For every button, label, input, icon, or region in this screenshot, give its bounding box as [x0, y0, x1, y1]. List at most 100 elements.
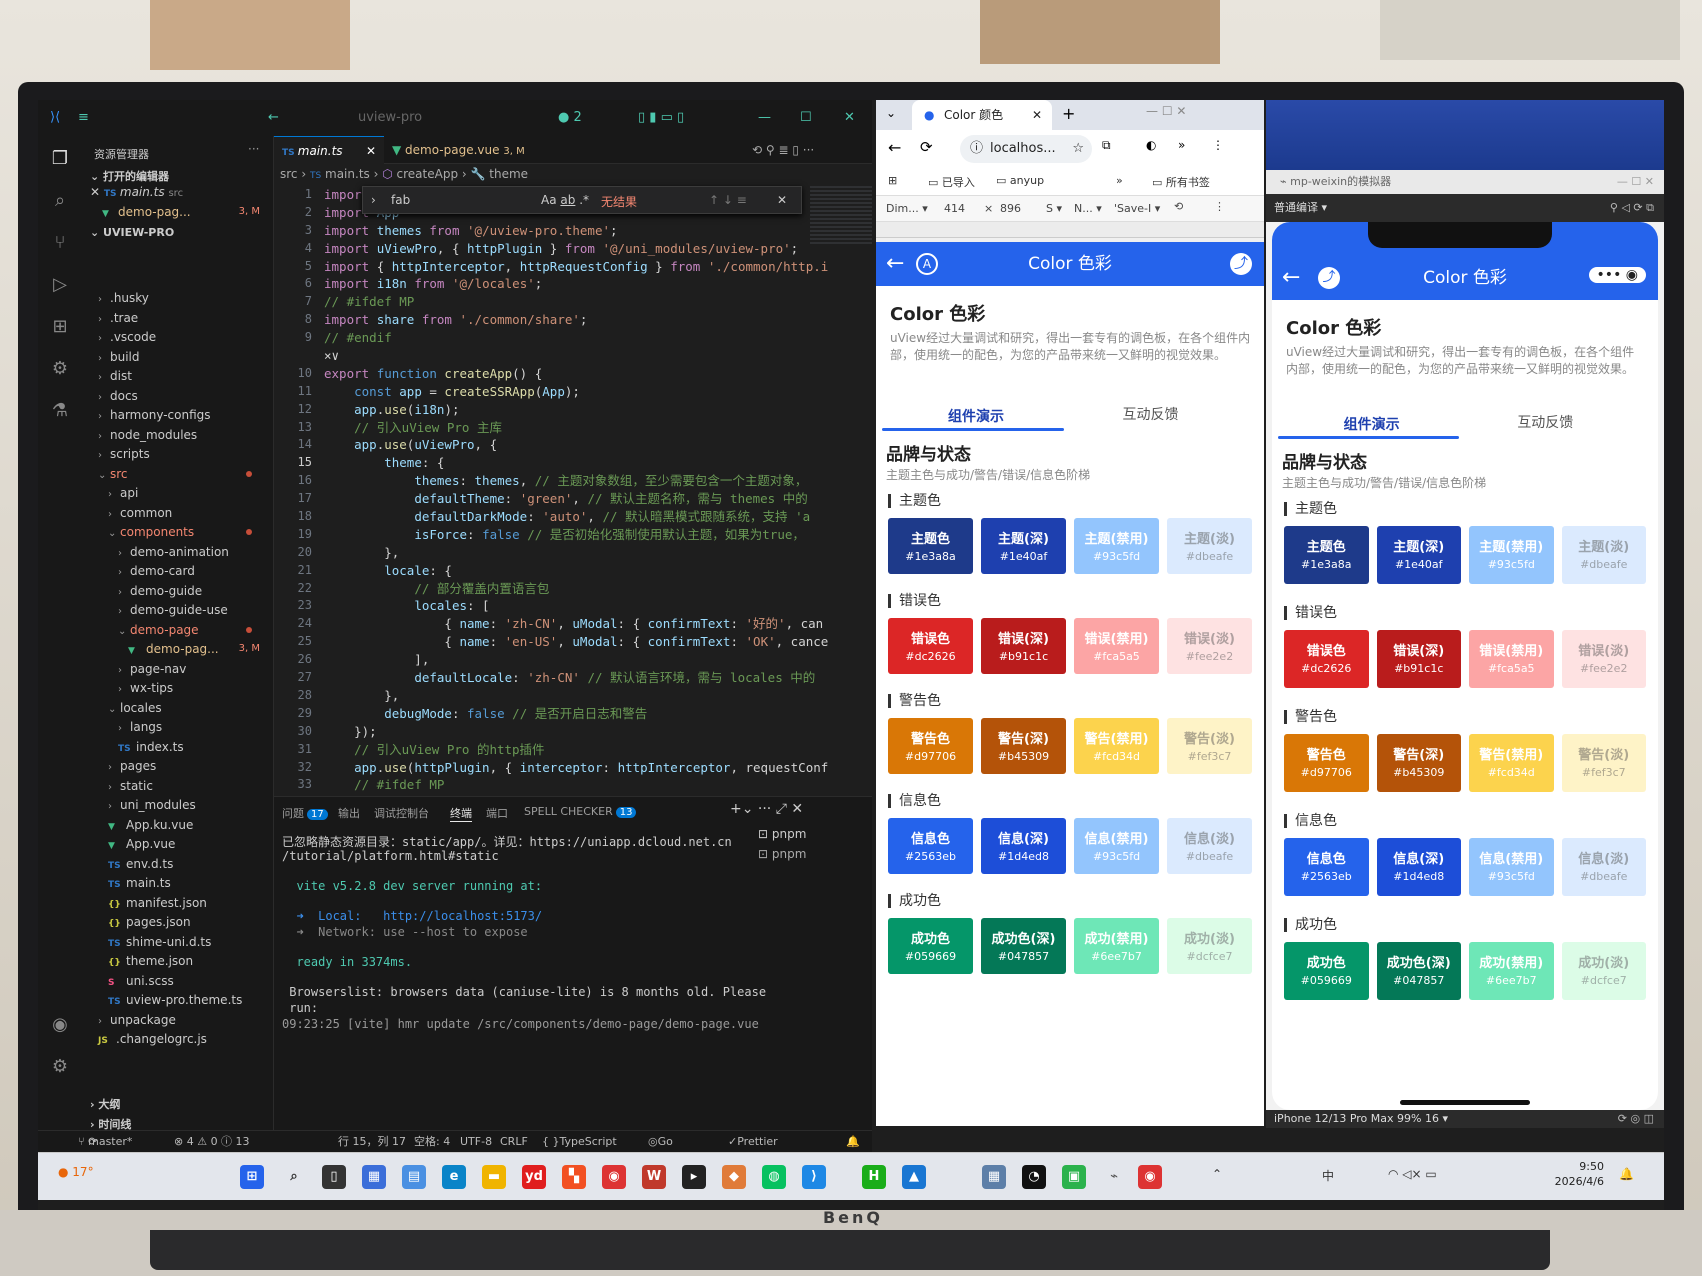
color-swatch[interactable]: 成功色 #059669	[888, 918, 973, 974]
color-swatch[interactable]: 成功色(深) #047857	[981, 918, 1066, 974]
color-swatch[interactable]: 成功(禁用) #6ee7b7	[1469, 942, 1554, 1000]
notepad-icon[interactable]: ▤	[402, 1165, 426, 1189]
go-live[interactable]: ◎ Go Live	[648, 1131, 680, 1170]
settings-gear-icon[interactable]: ⚙	[49, 1056, 71, 1078]
indentation[interactable]: 空格: 4	[414, 1131, 450, 1153]
bookmark-star-icon[interactable]: ☆	[1072, 135, 1084, 163]
source-control-icon[interactable]: ⑂	[49, 232, 71, 254]
terminal-instance[interactable]: ⊡ pnpm	[758, 827, 868, 847]
find-nav-icons[interactable]: ↑ ↓ ≡	[709, 193, 747, 207]
tree-item[interactable]: › page-nav	[82, 659, 274, 679]
color-swatch[interactable]: 信息(禁用) #93c5fd	[1469, 838, 1554, 896]
close-icon[interactable]: ✕	[844, 110, 855, 125]
cloud-drive-icon[interactable]: ▲	[902, 1165, 926, 1189]
panel-tab[interactable]: 终端	[450, 805, 472, 822]
task-view-icon[interactable]: ▯	[322, 1165, 346, 1189]
back-icon[interactable]: ←	[268, 110, 279, 125]
terminal-output[interactable]: 已忽略静态资源目录：static/app/。详见：https://uniapp.…	[274, 827, 766, 1031]
profile-avatar[interactable]: ◐	[1146, 138, 1156, 152]
color-swatch[interactable]: 警告色 #d97706	[1284, 734, 1369, 792]
color-swatch[interactable]: 错误色 #dc2626	[888, 618, 973, 674]
panel-tab[interactable]: 输出	[338, 805, 360, 821]
color-swatch[interactable]: 警告(禁用) #fcd34d	[1469, 734, 1554, 792]
tree-item[interactable]: › scripts	[82, 444, 274, 464]
find-options[interactable]: Aa ab .*	[541, 193, 589, 207]
outline-header[interactable]: › 大纲	[90, 1096, 120, 1112]
search-icon[interactable]: ⌕	[49, 190, 71, 212]
tree-item[interactable]: › static	[82, 776, 274, 796]
color-swatch[interactable]: 警告(深) #b45309	[1376, 734, 1461, 792]
open-editor-item[interactable]: ✕ TS main.ts src	[82, 182, 274, 202]
color-swatch[interactable]: 信息(禁用) #93c5fd	[1074, 818, 1159, 874]
color-swatch[interactable]: 信息色 #2563eb	[1284, 838, 1369, 896]
project-header[interactable]: ⌄ UVIEW-PRO	[90, 226, 174, 239]
panel-tab[interactable]: 调试控制台	[374, 805, 429, 821]
network-icon[interactable]: ◠ ◁× ▭	[1388, 1167, 1437, 1181]
panel-tab[interactable]: 问题 17	[282, 805, 328, 821]
color-swatch[interactable]: 信息(淡) #dbeafe	[1167, 818, 1252, 874]
vscode-icon[interactable]: ⟩	[802, 1165, 826, 1189]
browser-tab[interactable]: ● Color 颜色 ✕	[912, 100, 1052, 130]
color-swatch[interactable]: 错误(深) #b91c1c	[1376, 630, 1461, 688]
tree-item[interactable]: TS main.ts	[82, 873, 274, 893]
store-icon[interactable]: ▚	[562, 1165, 586, 1189]
color-swatch[interactable]: 主题(深) #1e40af	[981, 518, 1066, 574]
color-swatch[interactable]: 主题(禁用) #93c5fd	[1074, 518, 1159, 574]
share-icon[interactable]: ⤴	[1230, 253, 1252, 275]
tree-item[interactable]: › node_modules	[82, 425, 274, 445]
tray-app-icon[interactable]: ⌁	[1102, 1165, 1126, 1189]
breadcrumb-item[interactable]: main.ts	[325, 167, 370, 181]
color-swatch[interactable]: 信息(淡) #dbeafe	[1561, 838, 1646, 896]
device-height-input[interactable]: 896	[1000, 202, 1021, 215]
tab-component-demo[interactable]: 组件演示	[948, 406, 1004, 426]
panel-tab[interactable]: 端口	[486, 805, 508, 821]
problems-indicator[interactable]: ⊗ 4 ⚠ 0 ⓘ 13	[174, 1131, 250, 1153]
minimize-icon[interactable]: —	[758, 110, 771, 125]
translate-icon[interactable]: A	[916, 253, 938, 275]
tree-item[interactable]: JS .changelogrc.js	[82, 1029, 274, 1049]
wechat-devtools-icon[interactable]: ▣	[1062, 1165, 1086, 1189]
throttle-select[interactable]: N... ▾	[1074, 202, 1102, 215]
tray-overflow-icon[interactable]: ⌃	[1212, 1167, 1222, 1181]
tree-item[interactable]: › dist	[82, 366, 274, 386]
tree-item[interactable]: › langs	[82, 717, 274, 737]
tree-item[interactable]: › api	[82, 483, 274, 503]
tree-item[interactable]: ⌄ locales	[82, 698, 274, 718]
encoding[interactable]: UTF-8	[460, 1131, 492, 1153]
color-swatch[interactable]: 成功(淡) #dcfce7	[1561, 942, 1646, 1000]
tree-item[interactable]: › demo-guide	[82, 581, 274, 601]
apps-icon[interactable]: ⊞	[888, 174, 897, 187]
menu-icon[interactable]: ≡	[78, 110, 89, 125]
account-icon[interactable]: ◉	[49, 1014, 71, 1036]
color-swatch[interactable]: 成功(淡) #dcfce7	[1167, 918, 1252, 974]
tree-item[interactable]: ⌄ demo-page	[82, 620, 274, 640]
tree-item[interactable]: Suni.scss	[82, 971, 274, 991]
minimap[interactable]	[810, 186, 872, 246]
breadcrumb-item[interactable]: theme	[489, 167, 528, 181]
clock[interactable]: 9:50 2026/4/6	[1555, 1159, 1604, 1189]
panel-tab[interactable]: SPELL CHECKER 13	[524, 805, 637, 818]
tree-item[interactable]: ⌄ src	[82, 464, 274, 484]
more-actions-icon[interactable]: ···	[248, 142, 259, 156]
color-swatch[interactable]: 警告(深) #b45309	[981, 718, 1066, 774]
tree-item[interactable]: {} theme.json	[82, 951, 274, 971]
site-info-icon[interactable]: ⓘ	[970, 135, 983, 163]
terminal-icon[interactable]: ▸	[682, 1165, 706, 1189]
color-swatch[interactable]: 主题(淡) #dbeafe	[1561, 526, 1646, 584]
notification-bell-icon[interactable]: 🔔	[1619, 1167, 1634, 1181]
tree-item[interactable]: › .vscode	[82, 327, 274, 347]
color-swatch[interactable]: 成功(禁用) #6ee7b7	[1074, 918, 1159, 974]
zoom-select[interactable]: S ▾	[1046, 202, 1062, 215]
device-select[interactable]: Dim... ▾	[886, 202, 928, 215]
tree-item[interactable]: › uni_modules	[82, 795, 274, 815]
chrome-icon[interactable]: ◉	[1138, 1165, 1162, 1189]
bookmark-folder[interactable]: ▭ 已导入	[928, 174, 975, 190]
color-swatch[interactable]: 错误(禁用) #fca5a5	[1469, 630, 1554, 688]
extensions-icon[interactable]: ⧉	[1102, 138, 1111, 153]
breadcrumb-item[interactable]: src	[280, 167, 298, 181]
tree-item[interactable]: › demo-guide-use	[82, 600, 274, 620]
tree-item[interactable]: ⌄ components	[82, 522, 274, 542]
window-title[interactable]: uview-pro	[358, 110, 422, 125]
close-icon[interactable]: ✕	[366, 137, 376, 165]
color-swatch[interactable]: 成功色 #059669	[1284, 942, 1369, 1000]
